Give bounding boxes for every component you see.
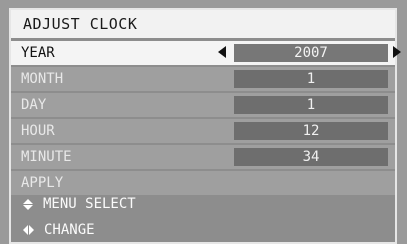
left-right-arrows-icon (23, 225, 34, 235)
menu-select-text: MENU SELECT (43, 196, 136, 212)
minute-label: MINUTE (21, 149, 72, 165)
row-minute[interactable]: MINUTE 34 (11, 145, 395, 169)
month-value[interactable]: 1 (234, 70, 388, 88)
row-hour[interactable]: HOUR 12 (11, 119, 395, 143)
up-down-arrows-icon (23, 198, 33, 210)
settings-list: YEAR 2007 MONTH 1 DAY 1 HOUR 12 MINUTE 3… (11, 41, 401, 197)
triangle-left-icon[interactable] (218, 46, 226, 58)
hour-value[interactable]: 12 (234, 122, 388, 140)
change-hint: CHANGE (23, 222, 95, 238)
panel-title: ADJUST CLOCK (11, 10, 395, 38)
adjust-clock-panel: ADJUST CLOCK YEAR 2007 MONTH 1 DAY 1 HOU… (9, 8, 401, 244)
day-label: DAY (21, 97, 47, 113)
row-day[interactable]: DAY 1 (11, 93, 395, 117)
month-label: MONTH (21, 71, 64, 87)
year-label: YEAR (21, 45, 55, 61)
year-value[interactable]: 2007 (234, 44, 388, 62)
row-apply[interactable]: APPLY (11, 171, 395, 195)
day-value[interactable]: 1 (234, 96, 388, 114)
change-text: CHANGE (44, 222, 95, 238)
apply-label: APPLY (21, 175, 64, 191)
row-month[interactable]: MONTH 1 (11, 67, 395, 91)
row-year[interactable]: YEAR 2007 (11, 41, 401, 65)
hour-label: HOUR (21, 123, 55, 139)
minute-value[interactable]: 34 (234, 148, 388, 166)
triangle-right-icon[interactable] (393, 46, 401, 58)
menu-select-hint: MENU SELECT (23, 196, 136, 212)
